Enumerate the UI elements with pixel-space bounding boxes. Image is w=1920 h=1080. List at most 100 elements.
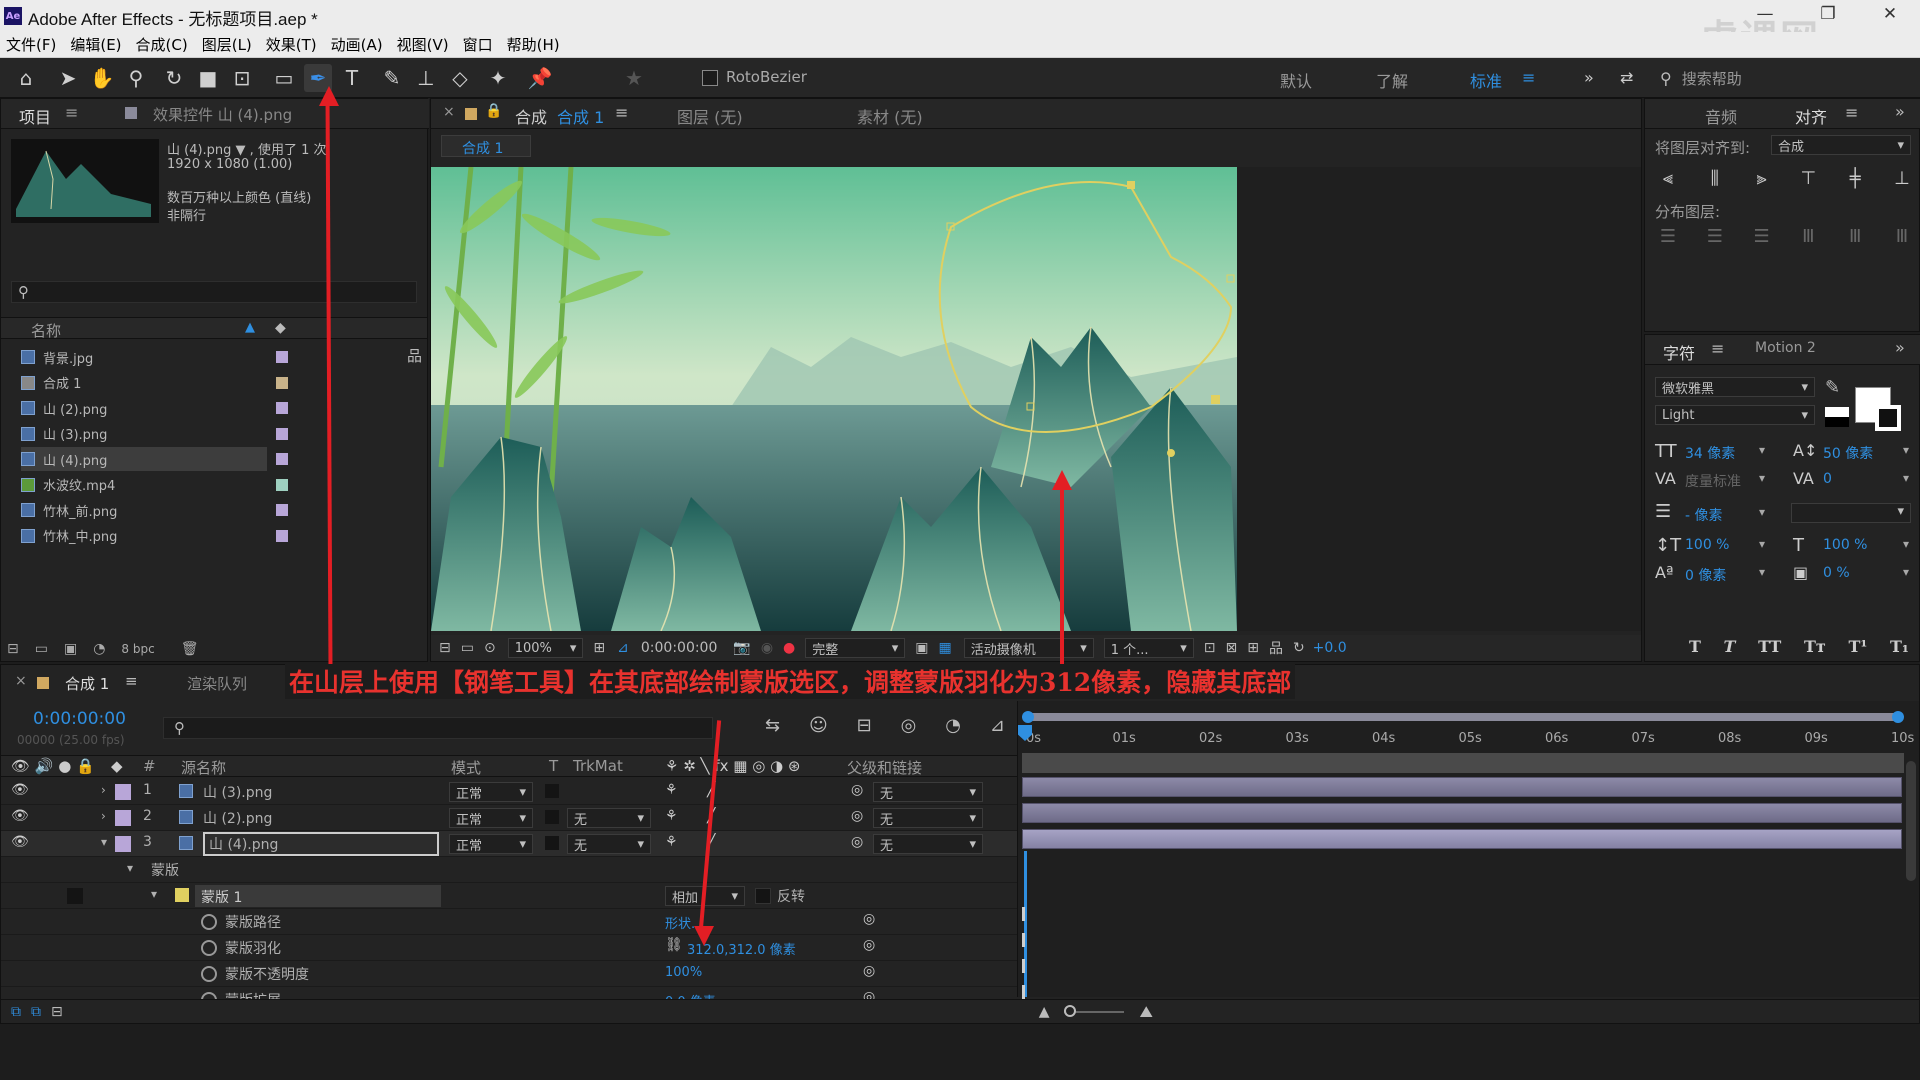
distribute-bottom-icon[interactable]: ☰: [1749, 223, 1775, 249]
workspace-default[interactable]: 默认: [1280, 68, 1312, 92]
chart-icon[interactable]: ⊿: [990, 715, 1005, 736]
distribute-hcenter-icon[interactable]: Ⅲ: [1842, 223, 1868, 249]
leading-value[interactable]: 50 像素: [1823, 443, 1873, 463]
trkmat-dropdown[interactable]: 无 ▾: [567, 808, 651, 828]
distribute-right-icon[interactable]: Ⅲ: [1889, 223, 1915, 249]
new-comp-icon[interactable]: ▣: [64, 641, 77, 657]
region-icon[interactable]: ▭: [461, 640, 474, 656]
stretch-toggle-icon[interactable]: ⊟: [51, 1004, 63, 1020]
expression-pickwhip-icon[interactable]: ◎: [863, 937, 875, 953]
faux-bold-button[interactable]: T: [1689, 637, 1701, 656]
timeline-menu-icon[interactable]: ≡: [125, 672, 138, 690]
label-color-swatch[interactable]: [276, 504, 288, 516]
distribute-vcenter-icon[interactable]: ☰: [1702, 223, 1728, 249]
overflow-icon[interactable]: »: [1895, 102, 1905, 121]
brush-tool-icon[interactable]: ✎: [378, 64, 406, 92]
timeline-tracks[interactable]: 0s 01s 02s 03s 04s 05s 06s 07s 08s 09s 10s: [1017, 701, 1919, 999]
shy-switch-icon[interactable]: ⚘: [665, 834, 678, 850]
parent-dropdown[interactable]: 无 ▾: [873, 808, 983, 828]
zoom-in-icon[interactable]: ⛰: [1140, 1002, 1153, 1022]
transparency-grid-icon[interactable]: ⊿: [617, 640, 629, 656]
mask-visibility-toggle[interactable]: [67, 888, 83, 904]
baseline-shift-value[interactable]: 0 像素: [1685, 565, 1726, 585]
align-hcenter-icon[interactable]: ⫼: [1702, 165, 1728, 191]
layer-name[interactable]: 山 (3).png: [203, 782, 439, 802]
tracking-arrow-icon[interactable]: ▾: [1903, 471, 1909, 485]
work-area-bar[interactable]: [1026, 713, 1902, 721]
preserve-transparency-checkbox[interactable]: [545, 784, 559, 798]
pick-whip-icon[interactable]: ◎: [851, 834, 863, 850]
mask-property-row[interactable]: 蒙版路径 形状... ◎: [1, 909, 1017, 935]
project-item[interactable]: 竹林_中.png: [21, 524, 421, 548]
type-tool-icon[interactable]: T: [338, 64, 366, 92]
parent-dropdown[interactable]: 无 ▾: [873, 782, 983, 802]
project-item[interactable]: 山 (2).png: [21, 396, 421, 420]
label-color-swatch[interactable]: [276, 402, 288, 414]
show-snapshot-icon[interactable]: ◉: [761, 640, 773, 656]
vertical-scale-value[interactable]: 100 %: [1685, 537, 1729, 553]
close-icon[interactable]: ×: [443, 104, 455, 120]
eye-icon[interactable]: 👁: [11, 782, 29, 798]
shy-switch-icon[interactable]: ⚘: [665, 808, 678, 824]
tab-timeline-comp[interactable]: 合成 1: [65, 673, 109, 694]
sort-asc-icon[interactable]: ▲: [245, 320, 255, 335]
workspace-menu-icon[interactable]: ≡: [1522, 68, 1535, 87]
vertical-scale-arrow-icon[interactable]: ▾: [1759, 537, 1765, 551]
layer-mode-dropdown[interactable]: 正常 ▾: [449, 782, 533, 802]
work-area-start-handle[interactable]: [1022, 711, 1034, 723]
link-icon[interactable]: ⛓: [665, 937, 683, 953]
maximize-button[interactable]: ❐: [1808, 4, 1848, 24]
color-icon[interactable]: ◔: [93, 641, 105, 657]
hand-tool-icon[interactable]: ✋: [88, 64, 116, 92]
label-tag-icon[interactable]: ◆: [275, 320, 286, 336]
viewer-menu-icon[interactable]: ≡: [615, 103, 628, 122]
twirl-icon[interactable]: ›: [101, 783, 106, 797]
preserve-transparency-checkbox[interactable]: [545, 810, 559, 824]
label-color-swatch[interactable]: [276, 376, 288, 389]
menu-view[interactable]: 视图(V): [397, 34, 449, 55]
mask-group-row[interactable]: ▾ 蒙版: [1, 857, 1017, 883]
help-search[interactable]: ⚲ 搜索帮助: [1660, 66, 1910, 90]
menu-edit[interactable]: 编辑(E): [70, 34, 121, 55]
layer-3-bar[interactable]: [1022, 829, 1902, 849]
small-caps-button[interactable]: Tт: [1804, 637, 1826, 656]
all-caps-button[interactable]: TT: [1758, 637, 1781, 656]
timeline-search-input[interactable]: ⚲: [163, 717, 713, 739]
home-icon[interactable]: ⌂: [12, 64, 40, 92]
reset-exposure-icon[interactable]: ↻: [1293, 640, 1305, 656]
tab-composition-name[interactable]: 合成 1: [557, 104, 604, 128]
views-dropdown[interactable]: 1 个... ▾: [1103, 638, 1194, 658]
eraser-tool-icon[interactable]: ◇: [446, 64, 474, 92]
fit-icon[interactable]: ⊞: [593, 640, 605, 656]
label-color-swatch[interactable]: [115, 784, 131, 800]
twirl-icon[interactable]: ›: [101, 809, 106, 823]
trkmat-dropdown[interactable]: 无 ▾: [567, 834, 651, 854]
layer-mode-dropdown[interactable]: 正常 ▾: [449, 834, 533, 854]
tab-layer[interactable]: 图层 (无): [677, 104, 743, 128]
project-item[interactable]: 水波纹.mp4: [21, 473, 421, 497]
eye-icon[interactable]: 👁: [11, 834, 29, 850]
timeline-scrollbar[interactable]: [1906, 761, 1916, 881]
panel-menu-icon[interactable]: ≡: [65, 103, 78, 122]
camera-dropdown[interactable]: 活动摄像机 ▾: [963, 638, 1094, 658]
layer-row[interactable]: 👁›1山 (3).png正常▾⚘╱◎无▾: [1, 779, 1017, 805]
mask-1-row[interactable]: ▾ 蒙版 1 相加 ▾ 反转: [1, 883, 1017, 909]
puppet-tool-icon[interactable]: 📌: [526, 64, 554, 92]
timeline-icon[interactable]: ⊞: [1247, 640, 1259, 656]
pick-whip-icon[interactable]: ◎: [851, 782, 863, 798]
pan-behind-tool-icon[interactable]: ⊡: [228, 64, 256, 92]
tab-project[interactable]: 项目: [19, 104, 51, 128]
comp-canvas[interactable]: [431, 167, 1237, 631]
menu-effect[interactable]: 效果(T): [266, 34, 317, 55]
timeline-current-time[interactable]: 0:00:00:00: [33, 709, 126, 729]
frame-blend-icon[interactable]: ⊟: [857, 715, 872, 736]
font-size-arrow-icon[interactable]: ▾: [1759, 443, 1765, 457]
grid-icon[interactable]: ▦: [939, 640, 952, 656]
align-to-dropdown[interactable]: 合成 ▾: [1771, 135, 1911, 155]
col-name[interactable]: 名称: [31, 320, 61, 341]
eyedropper-icon[interactable]: ✎: [1825, 377, 1840, 398]
tsume-arrow-icon[interactable]: ▾: [1903, 565, 1909, 579]
menu-help[interactable]: 帮助(H): [507, 34, 560, 55]
minimize-button[interactable]: —: [1745, 4, 1785, 24]
align-right-icon[interactable]: ⫸: [1749, 165, 1775, 191]
